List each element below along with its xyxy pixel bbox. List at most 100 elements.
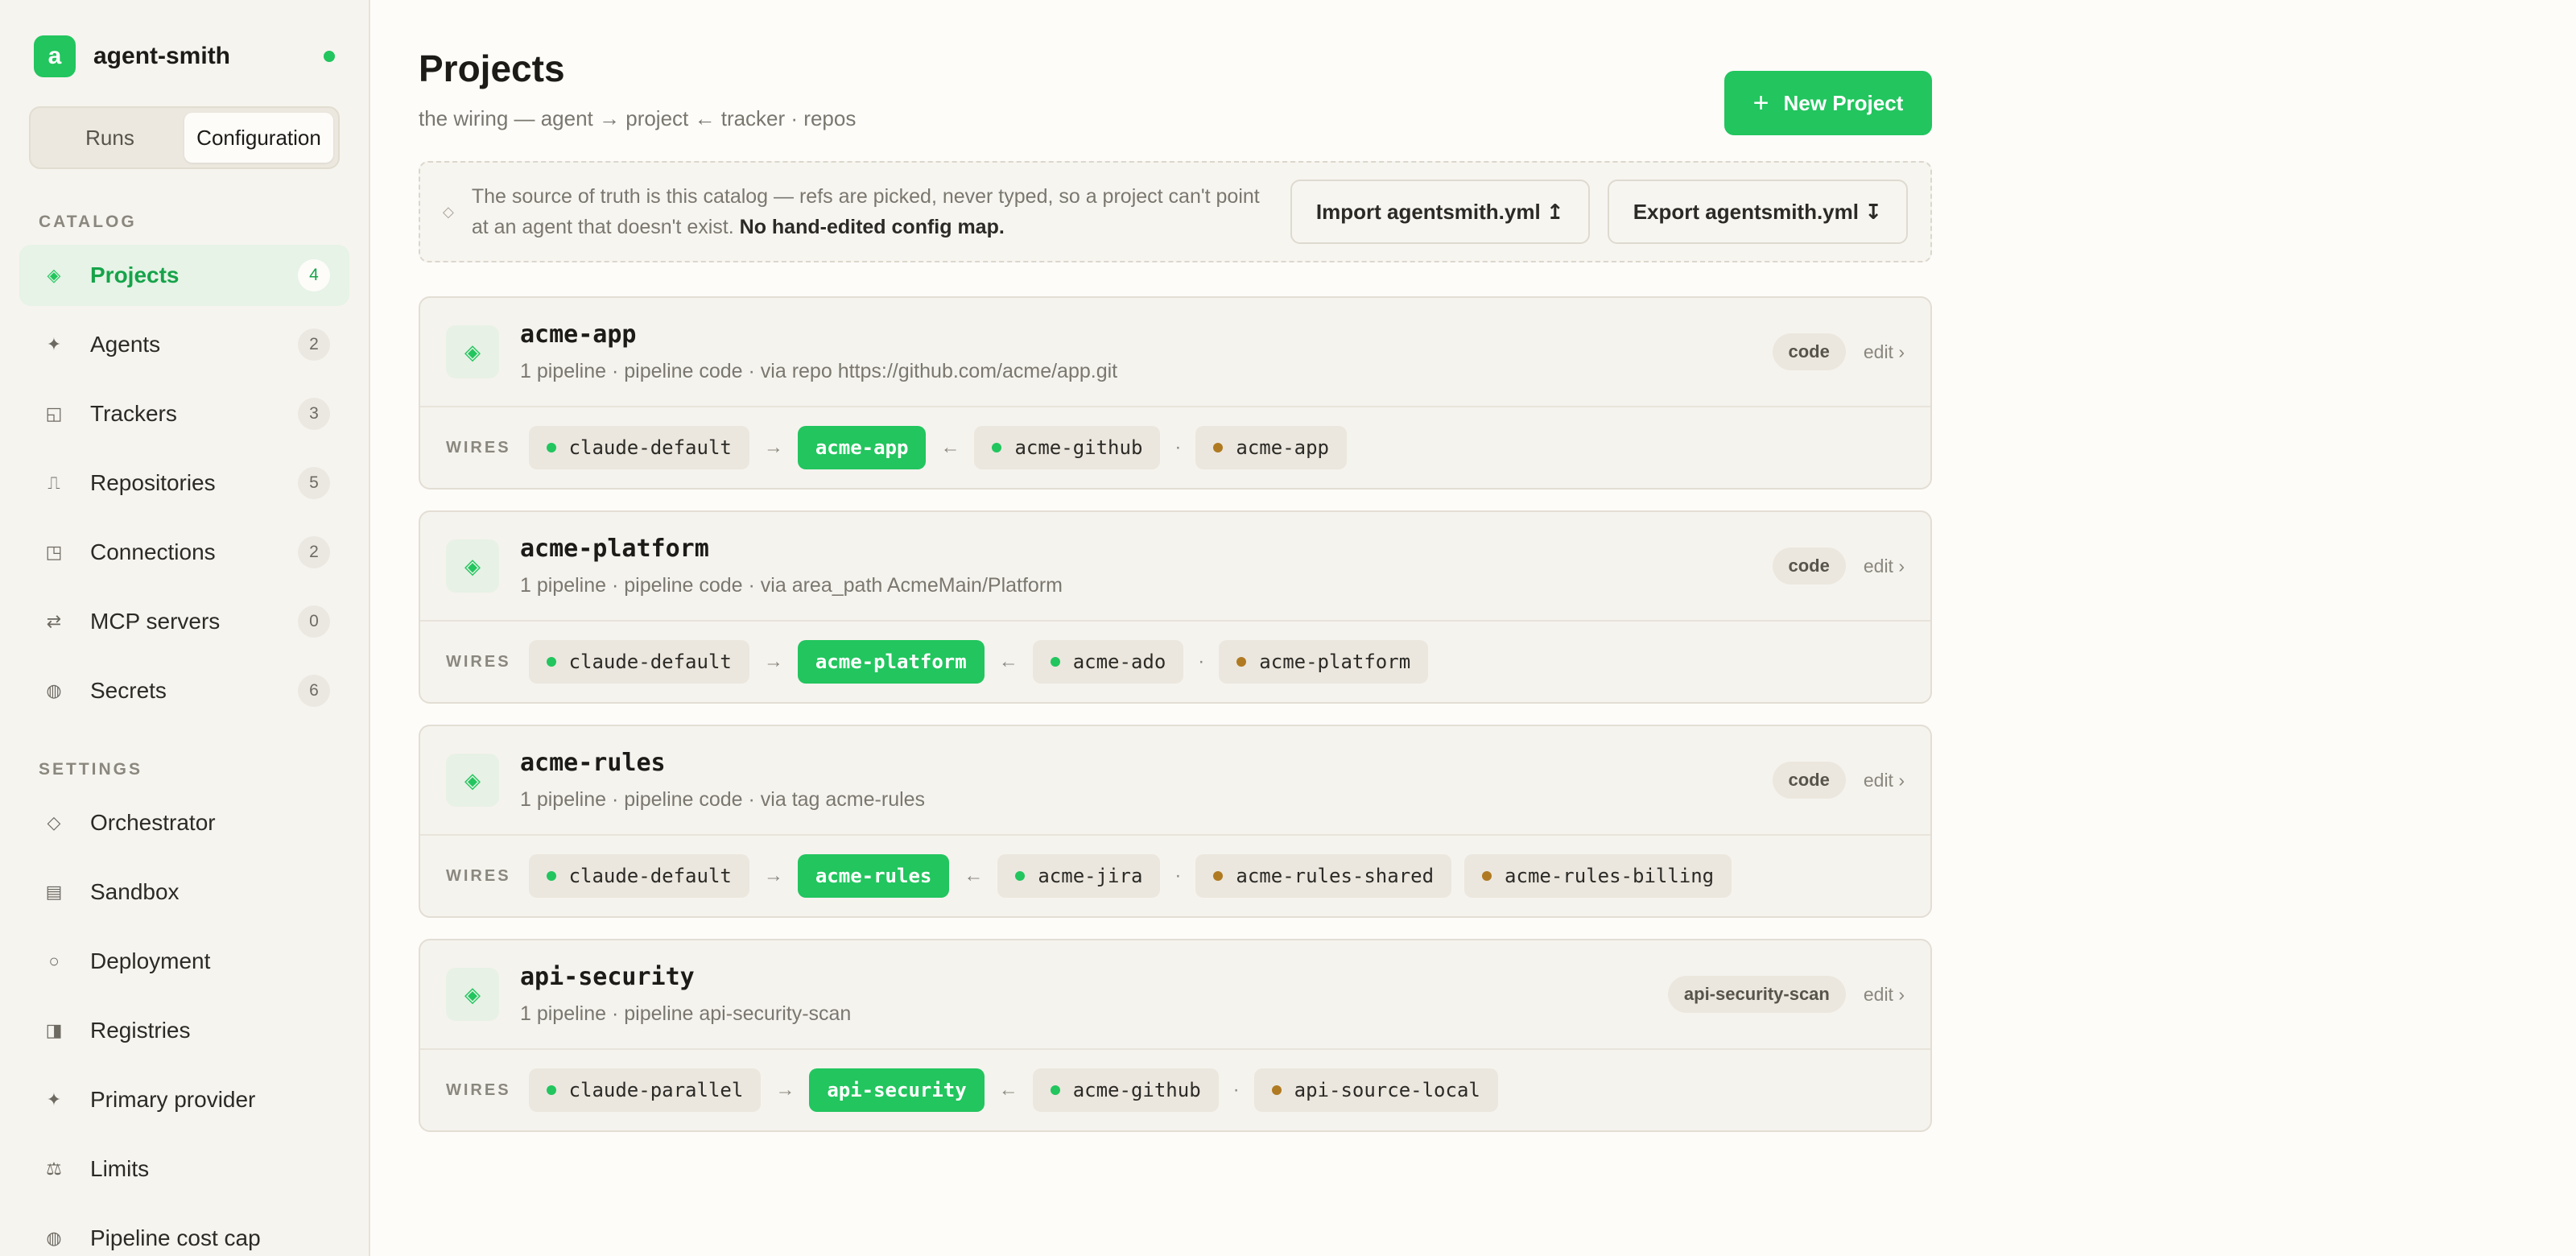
registries-icon: ◨	[45, 1020, 63, 1040]
tracker-chip[interactable]: acme-github	[974, 426, 1161, 469]
project-description: 1 pipeline · pipeline api-security-scan	[520, 1002, 852, 1025]
tab-configuration[interactable]: Configuration	[184, 113, 333, 163]
sidebar-item-connections[interactable]: ◳ Connections 2	[19, 522, 349, 583]
sidebar-item-sandbox[interactable]: ▤ Sandbox	[19, 861, 349, 923]
sidebar-item-orchestrator[interactable]: ◇ Orchestrator	[19, 792, 349, 853]
repo-chip[interactable]: api-source-local	[1253, 1068, 1498, 1112]
primary-provider-icon: ✦	[46, 1089, 62, 1109]
project-wires: WIRES claude-default → acme-platform ← acme-a…	[420, 622, 1930, 702]
edit-link[interactable]: edit ›	[1864, 770, 1905, 791]
repo-chip[interactable]: acme-platform	[1219, 640, 1429, 684]
arrow-left-icon: ←	[998, 651, 1018, 672]
sidebar-item-registries[interactable]: ◨ Registries	[19, 1000, 349, 1061]
wires-label: WIRES	[446, 866, 511, 885]
sidebar-item-deployment[interactable]: ○ Deployment	[19, 931, 349, 992]
arrow-right-icon: →	[763, 436, 783, 458]
agent-chip[interactable]: claude-default	[528, 426, 749, 469]
tracker-status-dot	[1050, 657, 1060, 667]
count-badge: 2	[298, 328, 330, 361]
project-card-header: ◈ api-security 1 pipeline · pipeline api-s…	[420, 940, 1930, 1050]
agent-chip[interactable]: claude-default	[528, 854, 749, 898]
project-wires: WIRES claude-default → acme-rules ← acme-jira…	[420, 836, 1930, 916]
project-info: api-security 1 pipeline · pipeline api-se…	[520, 963, 1668, 1026]
edit-link[interactable]: edit ›	[1864, 984, 1905, 1006]
tracker-status-dot	[992, 443, 1002, 452]
export-config-button[interactable]: Export agentsmith.yml ↧	[1607, 180, 1908, 244]
tracker-chip[interactable]: acme-jira	[997, 854, 1161, 898]
agent-status-dot	[546, 443, 556, 452]
agent-name: claude-default	[568, 865, 732, 887]
sidebar-item-repositories[interactable]: ⎍ Repositories 5	[19, 452, 349, 514]
sidebar-item-primary-provider[interactable]: ✦ Primary provider	[19, 1069, 349, 1130]
project-name: acme-rules	[520, 749, 666, 777]
sidebar-item-trackers[interactable]: ◱ Trackers 3	[19, 383, 349, 444]
count-badge: 0	[298, 605, 330, 638]
repo-chip[interactable]: acme-rules-shared	[1195, 854, 1452, 898]
agents-icon: ✦	[46, 334, 62, 354]
tracker-name: acme-github	[1072, 1079, 1201, 1101]
arrow-right-icon: →	[763, 651, 783, 672]
settings-section-label: SETTINGS	[39, 760, 143, 779]
agent-status-dot	[546, 1085, 556, 1095]
sidebar-item-agents[interactable]: ✦ Agents 2	[19, 314, 349, 375]
agent-chip[interactable]: claude-parallel	[528, 1068, 762, 1112]
separator-dot: ·	[1174, 436, 1182, 458]
page-subtitle: the wiring — agent → project ← tracker ·…	[419, 106, 857, 130]
project-card: ◈ api-security 1 pipeline · pipeline api-s…	[419, 939, 1932, 1132]
separator-dot: ·	[1174, 865, 1182, 886]
import-config-button[interactable]: Import agentsmith.yml ↥	[1290, 180, 1590, 244]
project-card: ◈ acme-rules 1 pipeline · pipeline code · …	[419, 725, 1932, 918]
project-card-header: ◈ acme-rules 1 pipeline · pipeline code · …	[420, 726, 1930, 836]
sidebar-item-secrets[interactable]: ◍ Secrets 6	[19, 660, 349, 721]
tracker-name: acme-jira	[1038, 865, 1143, 887]
agent-chip[interactable]: claude-default	[528, 640, 749, 684]
sidebar-item-limits[interactable]: ⚖ Limits	[19, 1138, 349, 1200]
new-project-button[interactable]: + New Project	[1724, 71, 1932, 135]
project-chip[interactable]: acme-rules	[797, 854, 950, 898]
projects-icon: ◈	[47, 265, 61, 285]
tab-runs[interactable]: Runs	[35, 113, 184, 163]
plus-icon: +	[1752, 87, 1769, 118]
project-icon: ◈	[446, 754, 499, 807]
edit-link[interactable]: edit ›	[1864, 556, 1905, 577]
pipeline-cost-cap-icon: ◍	[46, 1228, 62, 1248]
sidebar-item-pipeline-cost-cap[interactable]: ◍ Pipeline cost cap	[19, 1208, 349, 1256]
sidebar-item-projects[interactable]: ◈ Projects 4	[19, 245, 349, 306]
repo-name: acme-platform	[1259, 651, 1411, 673]
tracker-chip[interactable]: acme-ado	[1032, 640, 1184, 684]
tracker-status-dot	[1050, 1085, 1060, 1095]
sidebar-item-label: Sandbox	[90, 879, 180, 904]
repo-chip[interactable]: acme-app	[1195, 426, 1347, 469]
count-badge: 6	[298, 675, 330, 707]
sidebar-item-label: Repositories	[90, 470, 216, 495]
limits-icon: ⚖	[46, 1159, 62, 1179]
sidebar-item-label: Primary provider	[90, 1087, 256, 1112]
sidebar-item-mcp-servers[interactable]: ⇄ MCP servers 0	[19, 591, 349, 652]
diamond-icon: ◇	[443, 203, 454, 220]
project-chip[interactable]: acme-platform	[797, 640, 985, 684]
tracker-chip[interactable]: acme-github	[1032, 1068, 1219, 1112]
project-chip[interactable]: acme-app	[797, 426, 927, 469]
online-status-dot	[324, 51, 335, 62]
trackers-icon: ◱	[45, 403, 63, 423]
count-badge: 3	[298, 398, 330, 430]
agent-name: claude-default	[568, 436, 732, 459]
project-list: ◈ acme-app 1 pipeline · pipeline code · vi…	[419, 296, 1932, 1153]
project-icon: ◈	[446, 539, 499, 593]
project-name: api-security	[520, 963, 695, 991]
edit-link[interactable]: edit ›	[1864, 341, 1905, 363]
deployment-icon: ○	[48, 951, 60, 971]
brand: a agent-smith	[34, 34, 335, 79]
separator-dot: ·	[1232, 1079, 1240, 1101]
project-card: ◈ acme-platform 1 pipeline · pipeline code…	[419, 510, 1932, 704]
repo-chip[interactable]: acme-rules-billing	[1464, 854, 1732, 898]
project-chip[interactable]: api-security	[809, 1068, 985, 1112]
project-info: acme-app 1 pipeline · pipeline code · via…	[520, 320, 1773, 383]
brand-logo: a	[34, 35, 76, 77]
sidebar-item-label: Agents	[90, 332, 161, 357]
project-card-header: ◈ acme-platform 1 pipeline · pipeline code…	[420, 512, 1930, 622]
sidebar-item-label: Orchestrator	[90, 810, 216, 835]
pipeline-tag: code	[1772, 333, 1846, 370]
project-icon: ◈	[446, 968, 499, 1021]
arrow-left-icon: ←	[940, 436, 960, 458]
